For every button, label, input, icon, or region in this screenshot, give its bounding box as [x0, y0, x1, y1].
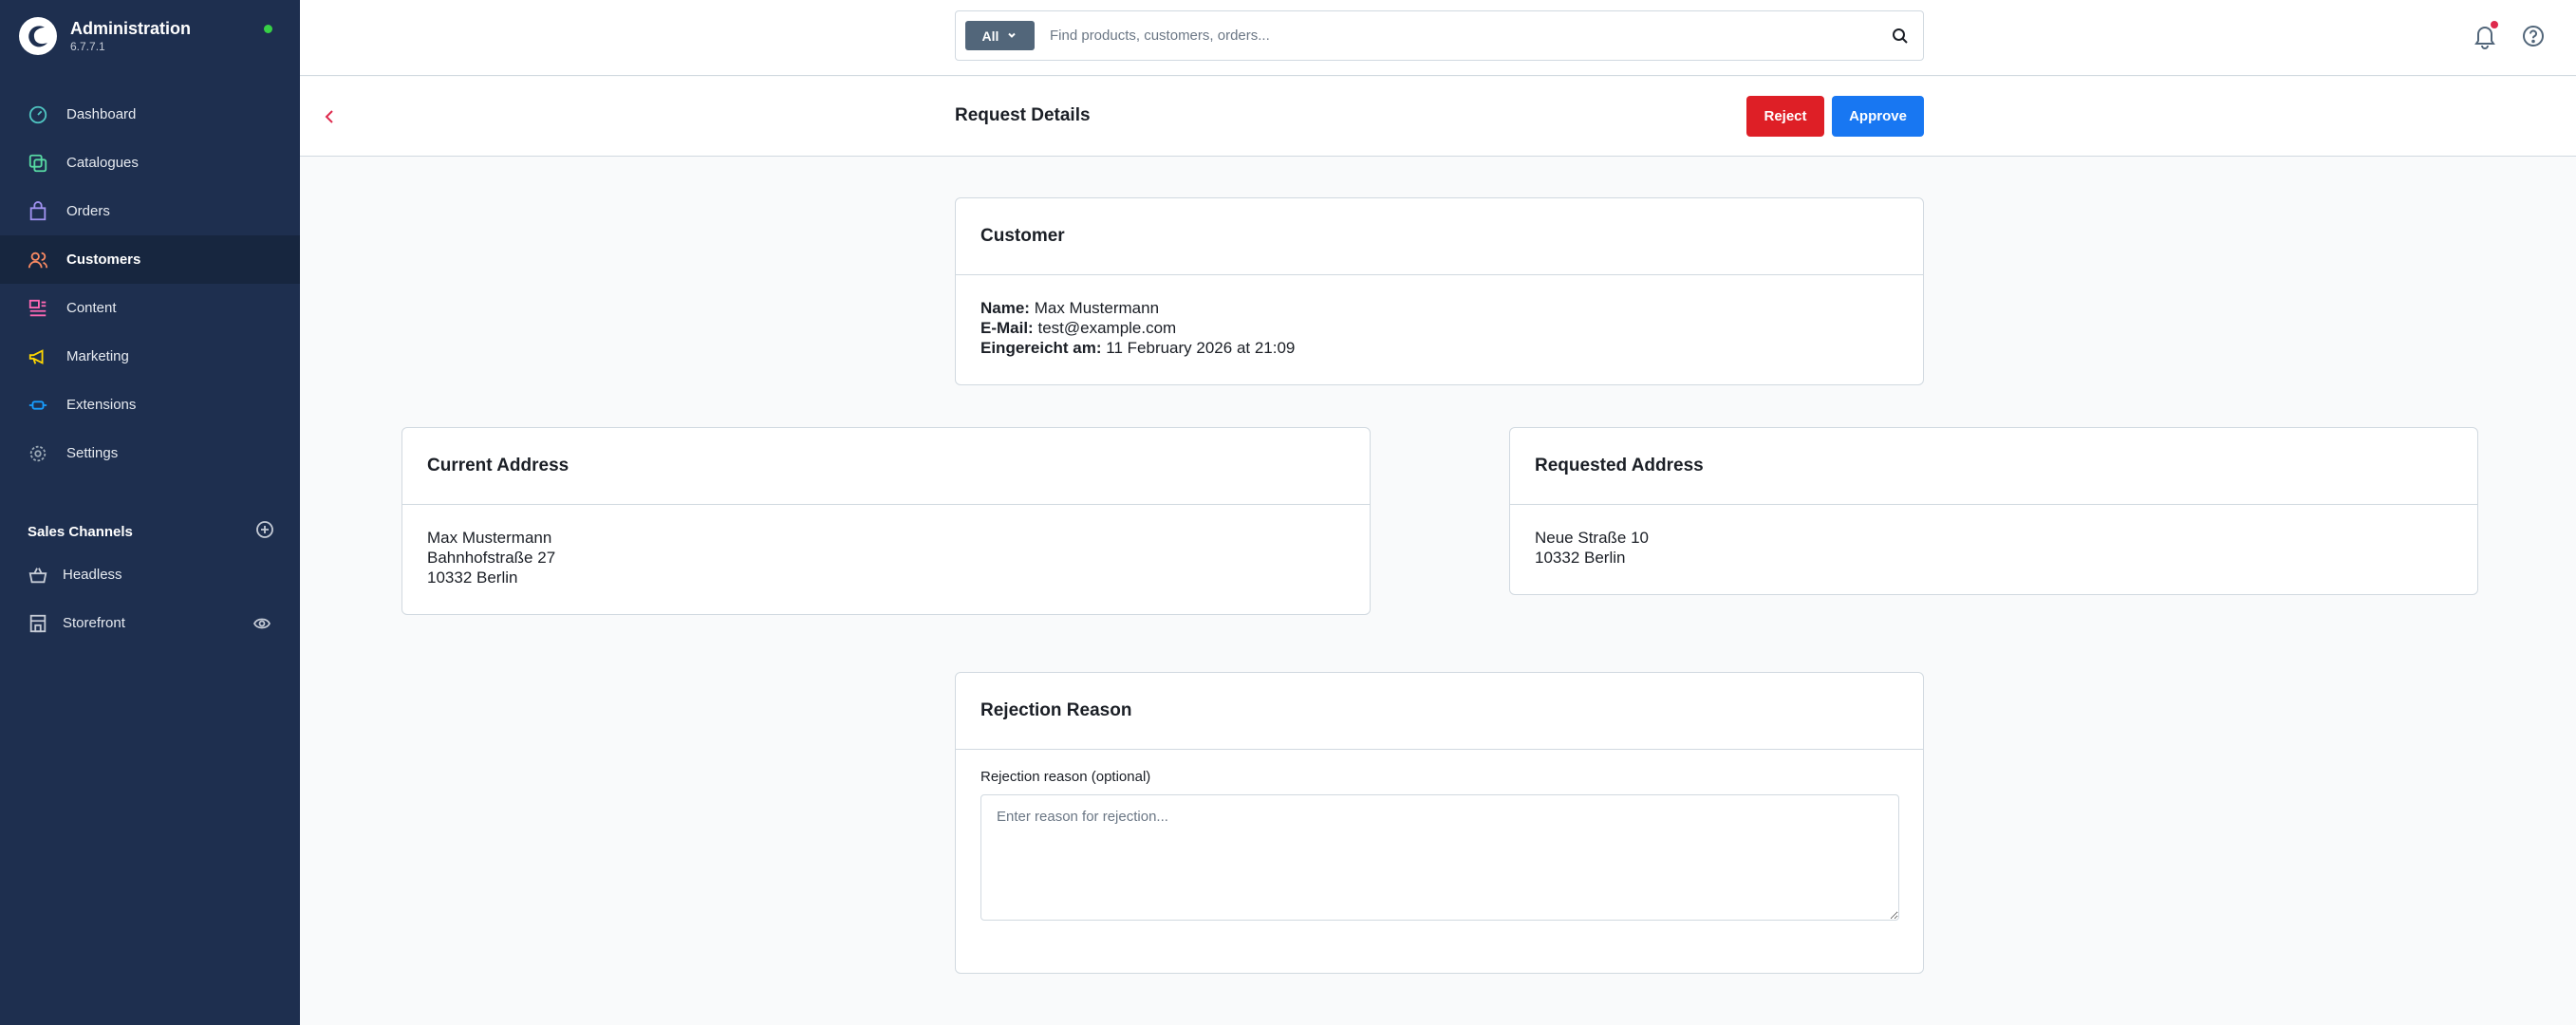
card-title: Customer	[956, 198, 1923, 275]
sidebar-item-catalogues[interactable]: Catalogues	[0, 139, 300, 187]
sidebar-item-label: Dashboard	[66, 106, 137, 122]
page-header: Request Details Reject Approve	[300, 77, 2576, 157]
submitted-date-row: Eingereicht am: 11 February 2026 at 21:0…	[980, 338, 1898, 358]
extensions-icon	[27, 394, 49, 417]
sidebar-item-content[interactable]: Content	[0, 284, 300, 332]
dashboard-icon	[27, 103, 49, 126]
current-address: Max Mustermann Bahnhofstraße 27 10332 Be…	[402, 505, 1370, 610]
add-sales-channel-icon[interactable]	[255, 520, 274, 544]
chevron-down-icon	[1006, 28, 1017, 44]
field-label: Eingereicht am:	[980, 339, 1102, 357]
address-line: Neue Straße 10	[1535, 529, 1650, 547]
top-bar: All	[300, 0, 2576, 76]
requested-address-card: Requested Address Neue Straße 10 10332 B…	[1509, 427, 2478, 595]
customers-icon	[27, 249, 49, 271]
eye-icon[interactable]	[252, 614, 271, 637]
rejection-form: Rejection reason (optional)	[956, 750, 1923, 943]
sidebar-item-marketing[interactable]: Marketing	[0, 332, 300, 381]
rejection-reason-label: Rejection reason (optional)	[980, 769, 1151, 785]
app-version: 6.7.7.1	[70, 40, 105, 53]
shopware-logo-icon	[19, 17, 57, 55]
back-chevron-icon[interactable]	[317, 103, 344, 130]
customer-email-row: E-Mail: test@example.com	[980, 318, 1898, 338]
submitted-date: 11 February 2026 at 21:09	[1106, 339, 1296, 357]
sidebar-item-label: Catalogues	[66, 155, 139, 171]
brand[interactable]: Administration 6.7.7.1	[19, 17, 191, 55]
address-line: 10332 Berlin	[1535, 549, 1626, 567]
customer-card: Customer Name: Max Mustermann E-Mail: te…	[955, 197, 1924, 385]
global-search: All	[955, 10, 1924, 61]
sidebar-item-orders[interactable]: Orders	[0, 187, 300, 235]
sales-channel-list: Headless Storefront	[0, 550, 300, 647]
storefront-icon	[27, 612, 49, 635]
search-icon[interactable]	[1877, 28, 1923, 45]
page-title: Request Details	[955, 105, 1091, 125]
search-type-dropdown[interactable]: All	[965, 21, 1035, 50]
approve-button[interactable]: Approve	[1832, 96, 1924, 137]
field-label: Name:	[980, 299, 1030, 317]
help-icon[interactable]	[2520, 23, 2547, 49]
customer-email: test@example.com	[1037, 319, 1177, 337]
sales-channels-header: Sales Channels	[28, 520, 274, 544]
rejection-reason-card: Rejection Reason Rejection reason (optio…	[955, 672, 1924, 974]
sales-channels-title: Sales Channels	[28, 524, 133, 540]
notification-badge	[2491, 21, 2498, 28]
address-line: 10332 Berlin	[427, 568, 518, 587]
sidebar-item-dashboard[interactable]: Dashboard	[0, 90, 300, 139]
sidebar-item-settings[interactable]: Settings	[0, 429, 300, 477]
sales-channel-storefront[interactable]: Storefront	[0, 599, 300, 647]
settings-icon	[27, 442, 49, 465]
sidebar-item-customers[interactable]: Customers	[0, 235, 300, 284]
sidebar-item-label: Customers	[66, 252, 141, 268]
main-nav: Dashboard Catalogues Orders Customers Co…	[0, 90, 300, 477]
app-title: Administration	[70, 19, 192, 38]
sidebar-item-label: Extensions	[66, 397, 137, 413]
field-label: E-Mail:	[980, 319, 1034, 337]
reject-button[interactable]: Reject	[1746, 96, 1824, 137]
sidebar: Administration 6.7.7.1 Dashboard Catalog…	[0, 0, 300, 1025]
customer-name: Max Mustermann	[1034, 299, 1160, 317]
card-title: Rejection Reason	[956, 673, 1923, 750]
address-line: Max Mustermann	[427, 529, 552, 547]
customer-details: Name: Max Mustermann E-Mail: test@exampl…	[956, 275, 1923, 381]
address-line: Bahnhofstraße 27	[427, 549, 556, 567]
requested-address: Neue Straße 10 10332 Berlin	[1510, 505, 2477, 590]
current-address-card: Current Address Max Mustermann Bahnhofst…	[401, 427, 1371, 615]
sidebar-item-extensions[interactable]: Extensions	[0, 381, 300, 429]
sidebar-item-label: Settings	[66, 445, 119, 461]
content-icon	[27, 297, 49, 320]
catalogues-icon	[27, 152, 49, 175]
customer-name-row: Name: Max Mustermann	[980, 298, 1898, 318]
sales-channel-label: Storefront	[63, 615, 125, 631]
rejection-reason-textarea[interactable]	[980, 794, 1899, 921]
card-title: Current Address	[402, 428, 1370, 505]
status-dot	[264, 25, 272, 33]
sidebar-item-label: Content	[66, 300, 117, 316]
sidebar-item-label: Marketing	[66, 348, 129, 364]
search-type-label: All	[981, 28, 999, 44]
sales-channel-headless[interactable]: Headless	[0, 550, 300, 599]
sidebar-item-label: Orders	[66, 203, 110, 219]
search-input[interactable]	[1050, 28, 1877, 44]
card-title: Requested Address	[1510, 428, 2477, 505]
marketing-icon	[27, 345, 49, 368]
sales-channel-label: Headless	[63, 567, 122, 583]
basket-icon	[27, 564, 49, 587]
orders-icon	[27, 200, 49, 223]
